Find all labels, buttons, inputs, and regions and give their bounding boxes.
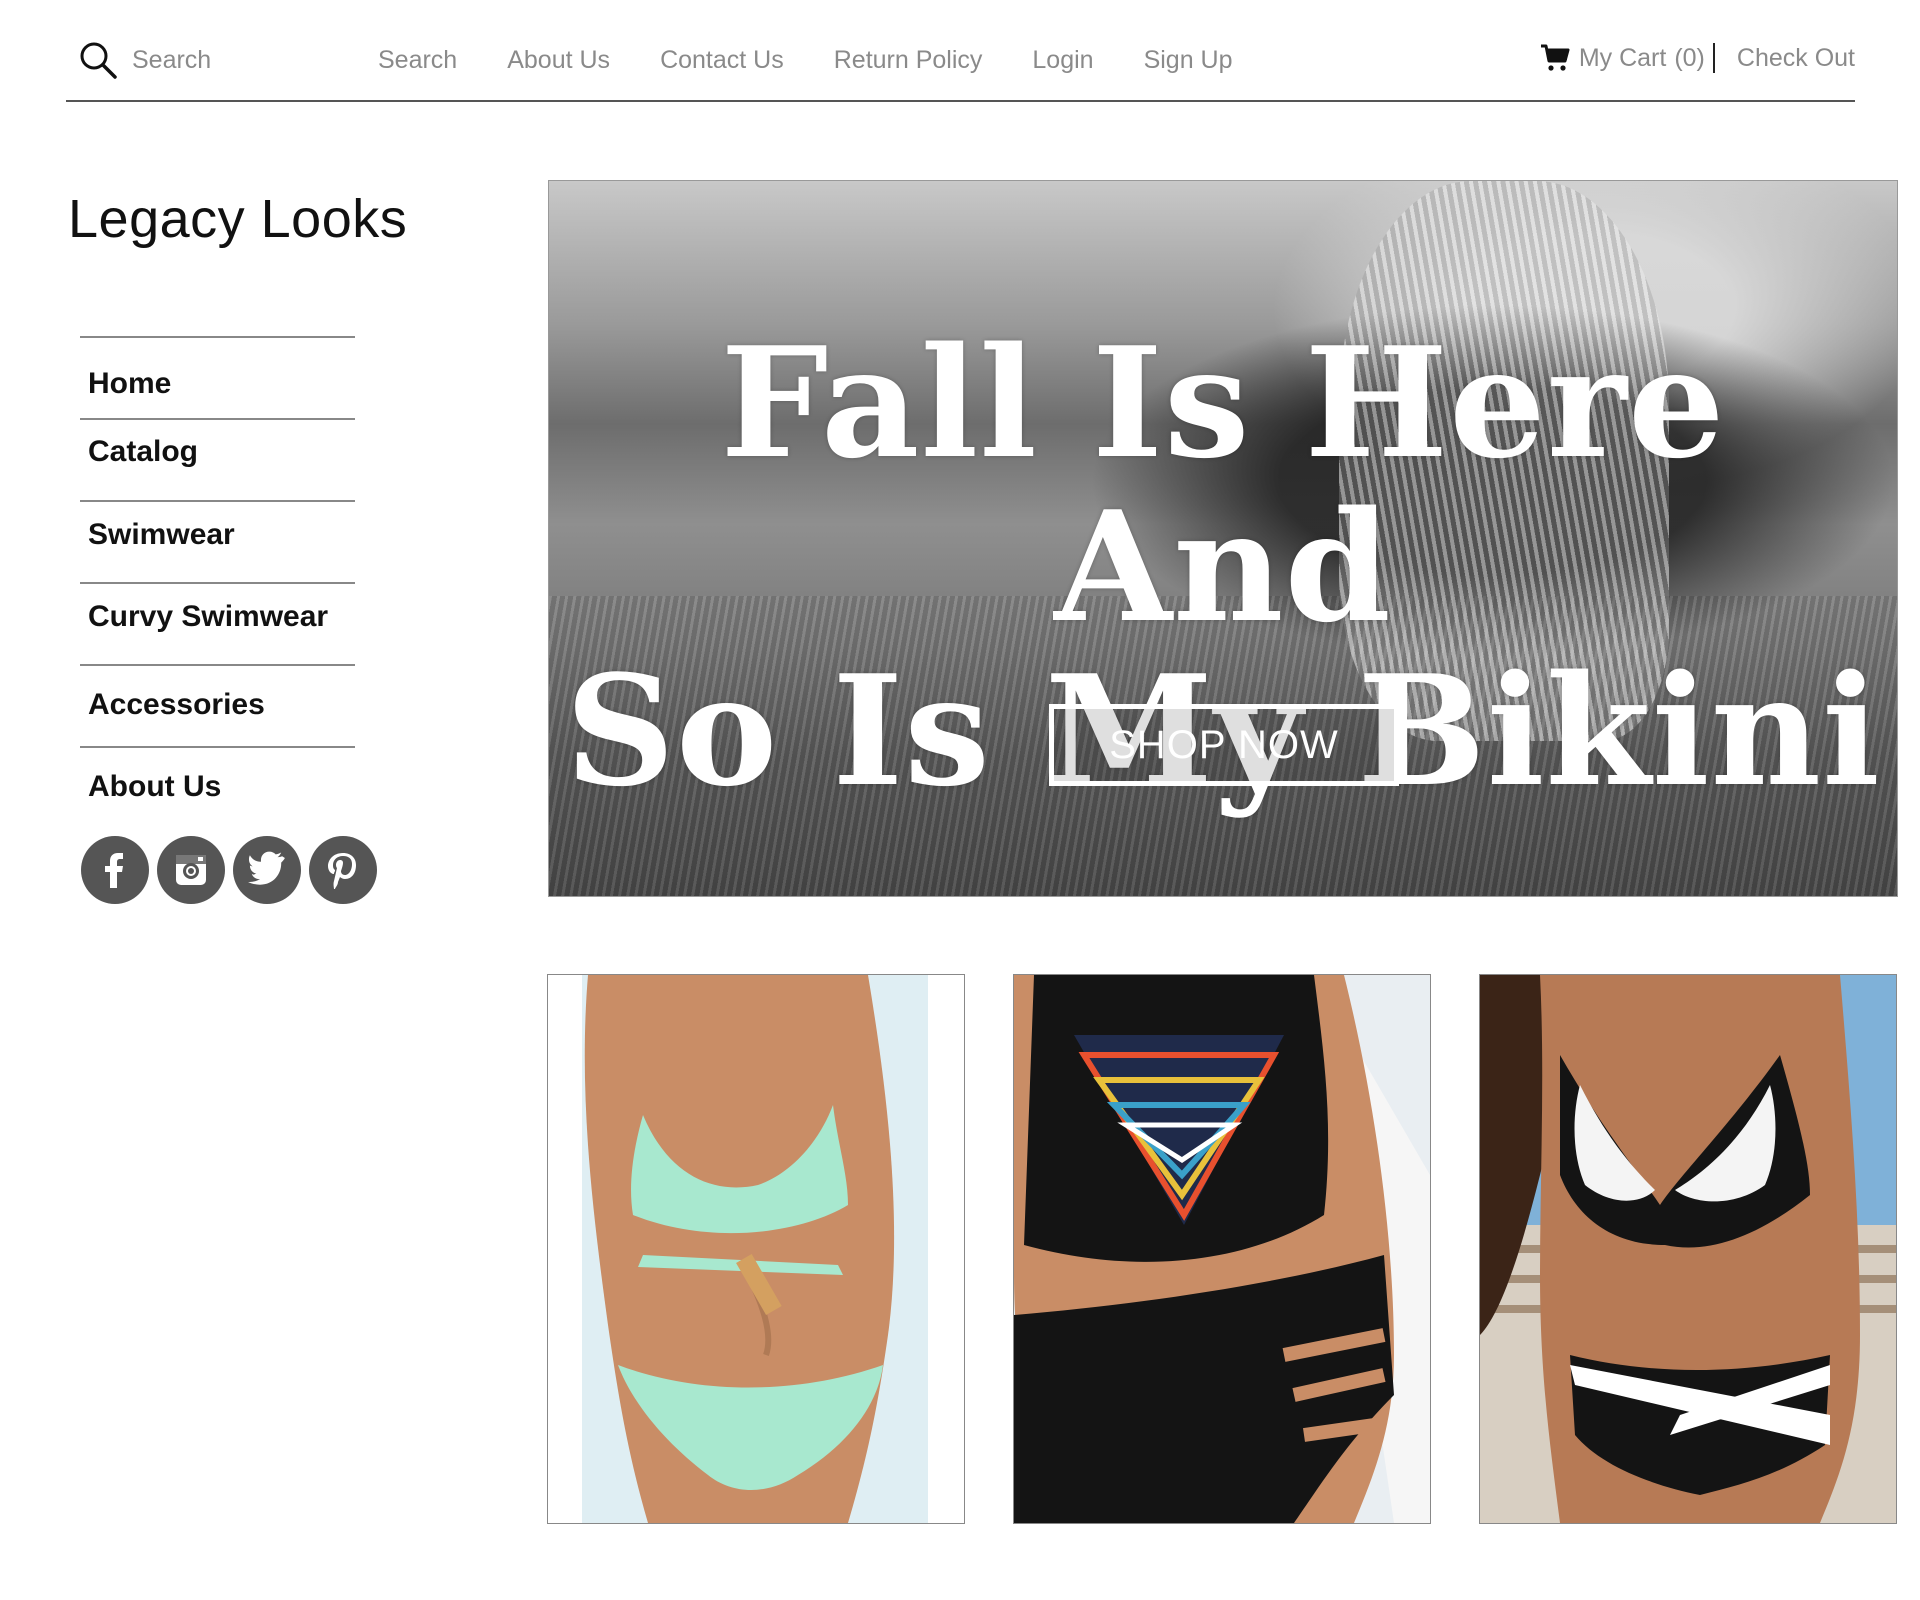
hero-banner[interactable]: Fall Is Here And So Is My Bikini SHOP NO… [548,180,1898,897]
hero-headline-line-1: Fall Is Here And [720,313,1726,656]
check-out-link[interactable]: Check Out [1737,44,1855,73]
twitter-icon [248,851,285,885]
search-input[interactable] [130,44,304,76]
top-nav-links: Search About Us Contact Us Return Policy… [378,46,1233,75]
nav-sign-up-link[interactable]: Sign Up [1144,46,1233,75]
sidebar-nav: Home Catalog Swimwear Curvy Swimwear Acc… [80,336,355,828]
shop-now-button[interactable]: SHOP NOW [1049,704,1399,786]
pinterest-link[interactable] [309,836,377,904]
twitter-link[interactable] [233,836,301,904]
cart-count: (0) [1674,43,1705,72]
sidebar-item-accessories[interactable]: Accessories [80,666,355,746]
sidebar-item-about-us[interactable]: About Us [80,748,355,828]
nav-search-link[interactable]: Search [378,46,457,75]
nav-login-link[interactable]: Login [1032,46,1093,75]
product-grid [547,974,1897,1524]
cross-bikini-photo [1480,975,1896,1523]
product-card-cross-bikini[interactable] [1479,974,1897,1524]
pinterest-icon [328,853,356,889]
instagram-link[interactable] [157,836,225,904]
brand-title[interactable]: Legacy Looks [68,188,407,250]
nav-return-policy-link[interactable]: Return Policy [834,46,983,75]
facebook-icon [105,853,123,888]
aztec-bikini-photo [1014,975,1430,1523]
nav-contact-us-link[interactable]: Contact Us [660,46,784,75]
instagram-icon [176,855,206,885]
social-links [81,836,377,904]
sidebar-item-catalog[interactable]: Catalog [80,420,355,500]
product-card-aztec-bikini[interactable] [1013,974,1431,1524]
nav-about-us-link[interactable]: About Us [507,46,610,75]
mint-bikini-photo [548,975,964,1523]
sidebar-item-curvy-swimwear[interactable]: Curvy Swimwear [80,584,355,664]
sidebar-item-swimwear[interactable]: Swimwear [80,502,355,582]
cart-area: My Cart (0) Check Out [1539,42,1855,74]
my-cart-link[interactable]: My Cart [1579,44,1667,73]
sidebar-item-home[interactable]: Home [80,338,355,418]
cart-divider [1712,43,1715,73]
facebook-link[interactable] [81,836,149,904]
shopping-cart-icon[interactable] [1539,42,1571,74]
search-box [78,38,318,82]
product-card-mint-bikini[interactable] [547,974,965,1524]
top-navigation-bar: Search About Us Contact Us Return Policy… [66,28,1855,102]
search-icon[interactable] [78,40,118,80]
